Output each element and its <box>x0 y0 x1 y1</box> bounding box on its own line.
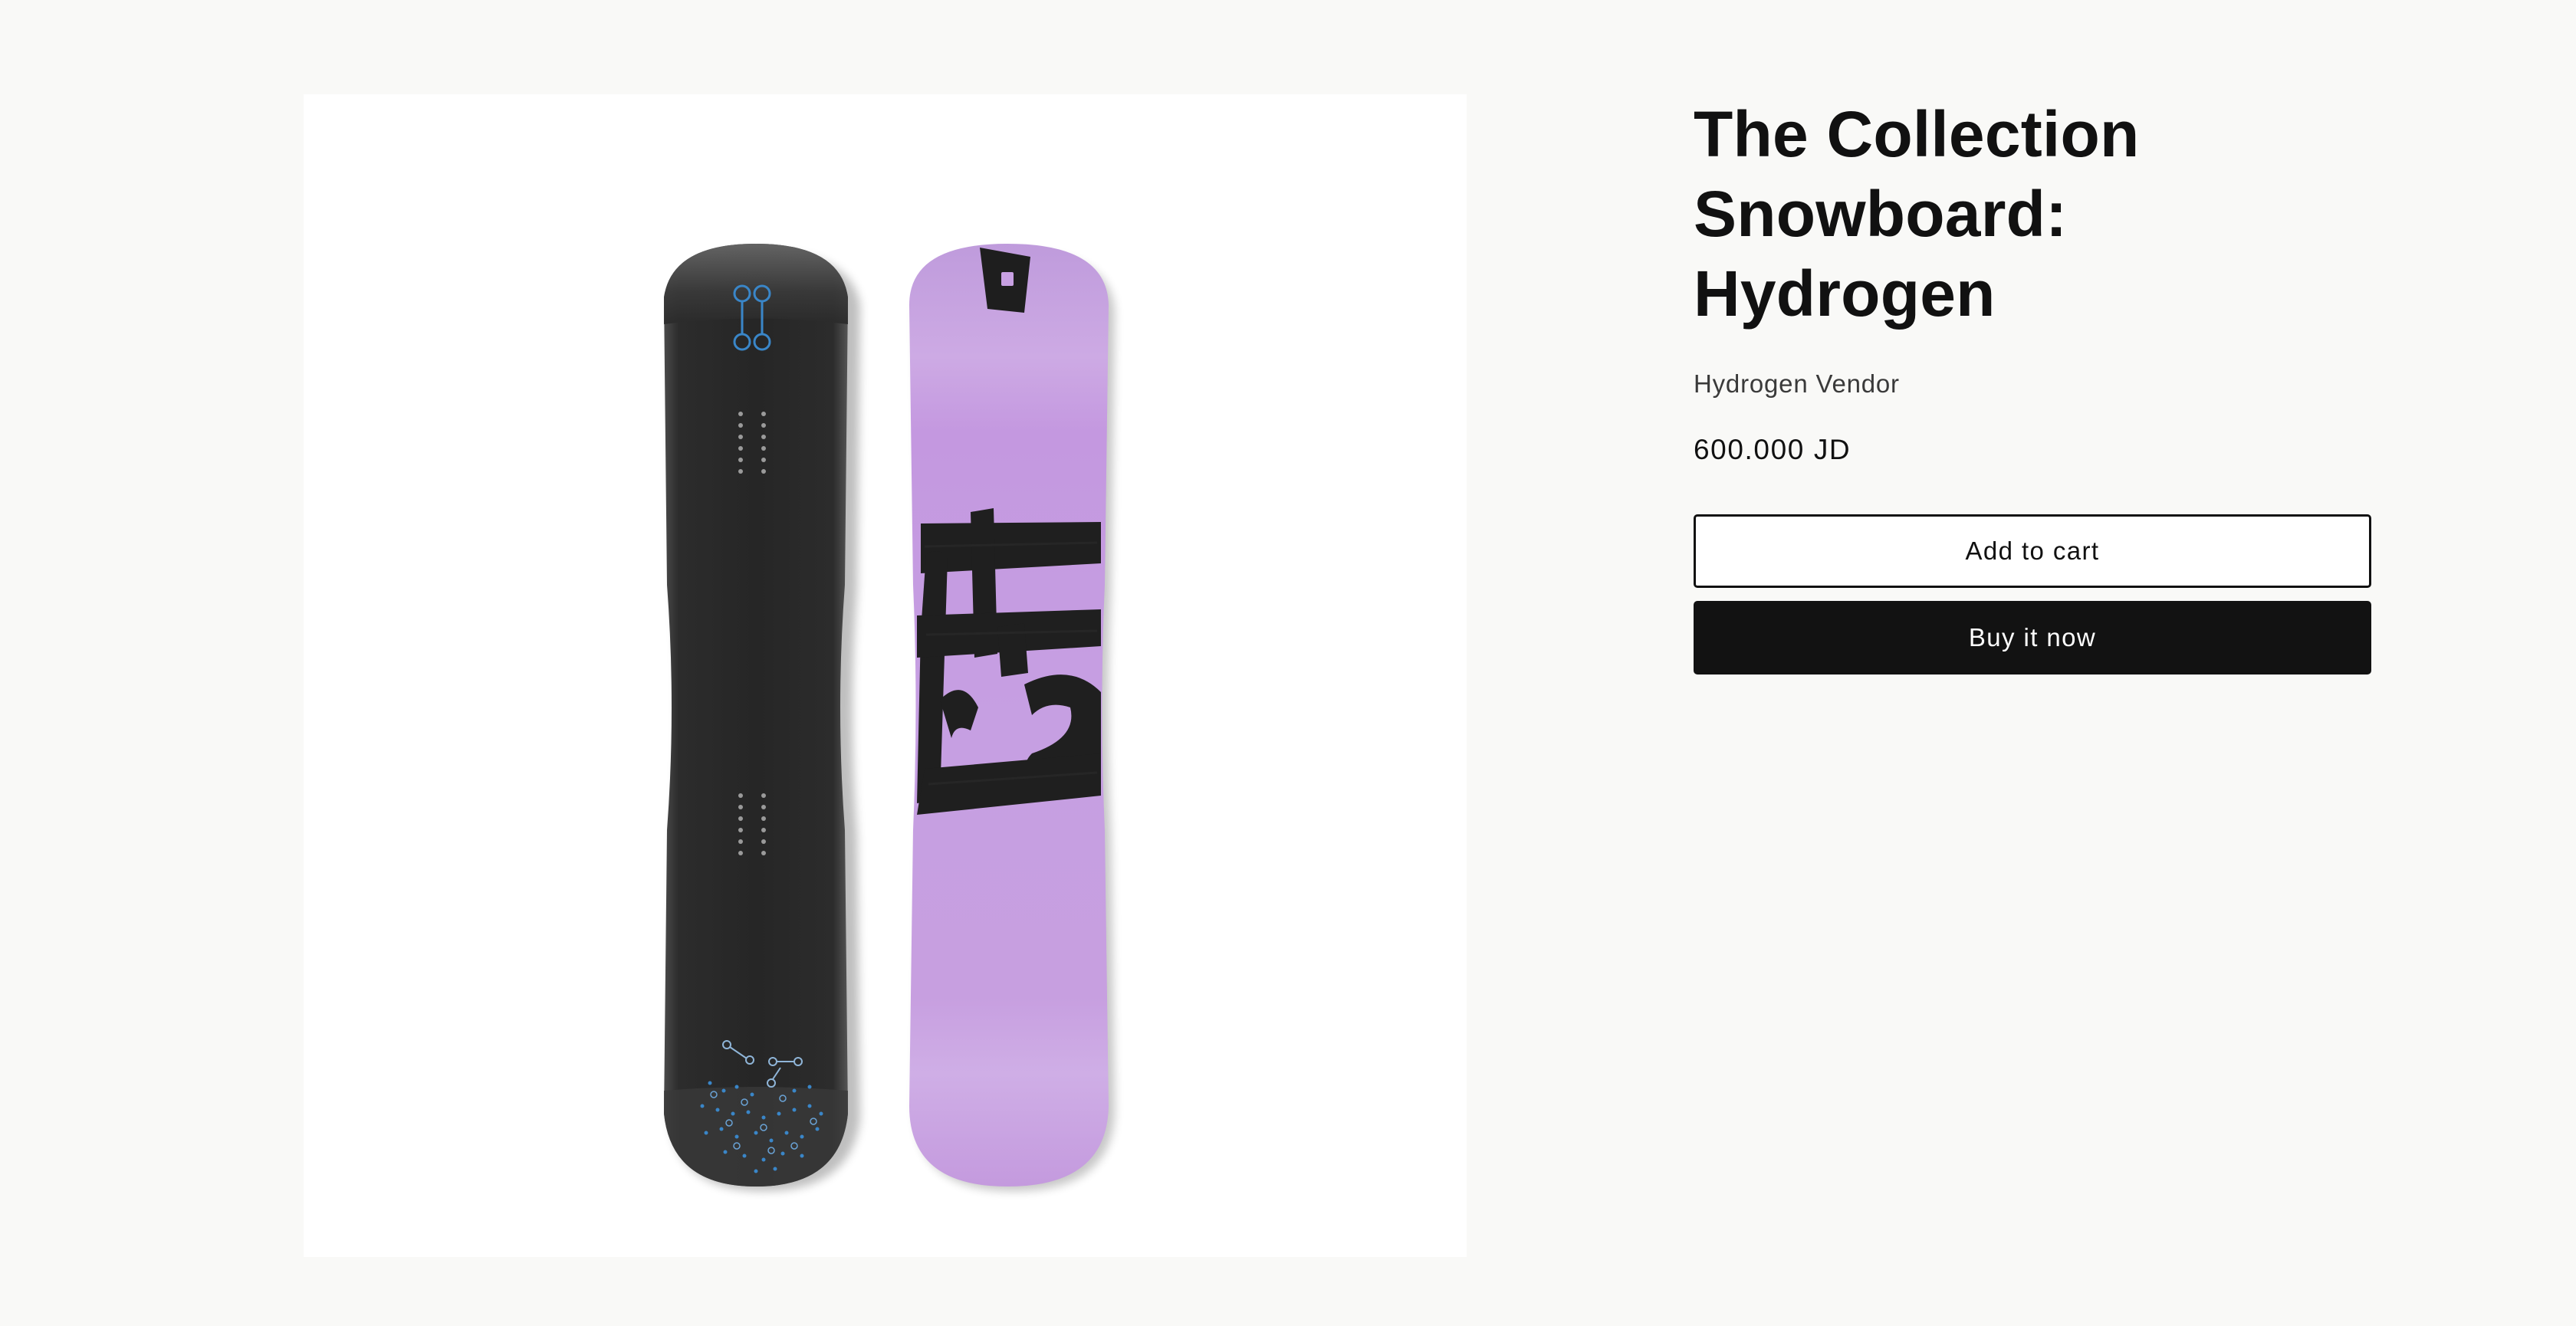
product-info: The Collection Snowboard: Hydrogen Hydro… <box>1694 94 2371 674</box>
product-image <box>664 244 1115 1191</box>
dark-snowboard <box>664 244 848 1187</box>
product-vendor: Hydrogen Vendor <box>1694 369 1900 398</box>
buy-it-now-button[interactable]: Buy it now <box>1694 601 2371 674</box>
product-title: The Collection Snowboard: Hydrogen <box>1694 98 2140 330</box>
product-media[interactable] <box>304 94 1467 1257</box>
product-price: 600.000 JD <box>1694 434 1852 465</box>
add-to-cart-button[interactable]: Add to cart <box>1694 514 2371 588</box>
